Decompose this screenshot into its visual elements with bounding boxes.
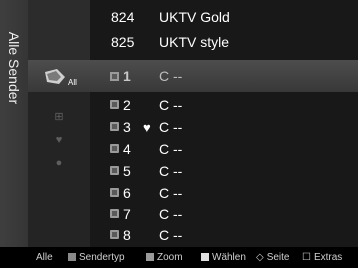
red-key-icon [68,253,76,261]
channel-number: 5 [123,163,131,179]
channel-type-icon [110,100,119,109]
channel-number: 824 [111,9,135,25]
channel-name: C -- [159,141,183,157]
green-button-hint[interactable]: Zoom [146,247,183,268]
channel-type-icon [110,122,119,131]
channel-name: C -- [159,227,183,243]
channel-type-icon [110,166,119,175]
channel-row[interactable]: 6 C -- [90,183,358,204]
channel-row[interactable]: 4 C -- [90,139,358,160]
sidebar: Alle Sender [0,0,28,247]
channel-row[interactable]: 5 C -- [90,161,358,182]
favorites-heart-icon[interactable]: ♥ [52,133,66,147]
channel-number: 8 [123,227,131,243]
channel-type-icon [110,230,119,239]
channel-type-icon [110,72,119,81]
sidebar-title: Alle Sender [6,31,22,105]
yellow-hint-label: Wählen [212,252,246,263]
channel-number: 4 [123,141,131,157]
channel-name: C -- [159,206,183,222]
selected-channel-row[interactable]: 1 C -- [90,60,358,92]
channel-row[interactable]: 3 ♥ C -- [90,117,358,138]
globe-icon[interactable]: ● [52,156,66,170]
red-hint-label: Sendertyp [79,252,125,263]
page-hint[interactable]: ◇ Seite [256,247,290,268]
channel-name: C -- [159,119,183,135]
yellow-button-hint[interactable]: Wählen [201,247,246,268]
channel-number: 7 [123,206,131,222]
channel-name: C -- [159,185,183,201]
tools-hint-label: Extras [313,252,343,263]
channel-type-icon [110,144,119,153]
channel-number: 3 [123,119,131,135]
tools-hint[interactable]: ☐ Extras [302,247,342,268]
channel-row[interactable]: 825 UKTV style [90,32,358,53]
channel-name: UKTV Gold [159,9,230,25]
channel-name: C -- [159,68,183,84]
channel-number: 825 [111,34,135,50]
channel-number: 6 [123,185,131,201]
added-channels-icon[interactable]: ⊞ [52,110,66,124]
all-category-label: All [68,78,77,87]
tools-icon: ☐ [302,252,311,263]
channel-name: UKTV style [159,34,230,50]
green-hint-label: Zoom [157,252,183,263]
channel-number: 1 [123,68,131,84]
mode-label: Alle [36,252,53,263]
page-hint-label: Seite [266,252,290,263]
channel-name: C -- [159,97,183,113]
channel-row[interactable]: 8 C -- [90,225,358,246]
category-column-header [28,0,90,60]
channel-type-icon [110,209,119,218]
up-down-arrow-icon: ◇ [256,252,264,263]
all-channels-icon[interactable] [44,68,66,86]
yellow-key-icon [201,253,209,261]
channel-row[interactable]: 7 C -- [90,204,358,225]
green-key-icon [146,253,154,261]
button-hint-bar: Alle Sendertyp Zoom Wählen ◇ Seite ☐ Extra… [0,247,358,268]
channel-row[interactable]: 2 C -- [90,95,358,116]
channel-number: 2 [123,97,131,113]
channel-type-icon [110,188,119,197]
channel-row[interactable]: 824 UKTV Gold [90,7,358,28]
channel-name: C -- [159,163,183,179]
favorite-icon: ♥ [143,120,151,135]
red-button-hint[interactable]: Sendertyp [68,247,125,268]
